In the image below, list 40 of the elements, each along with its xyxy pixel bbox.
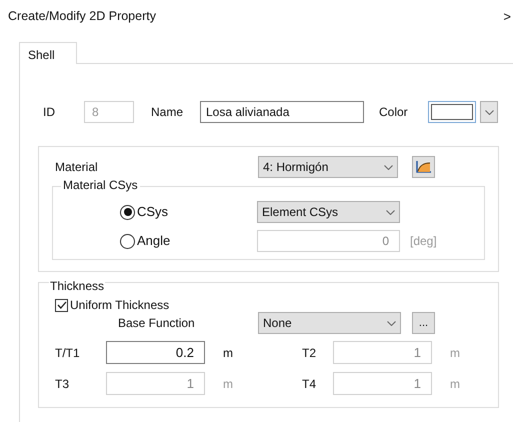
chart-curve-icon (415, 160, 432, 174)
chevron-down-icon (484, 110, 494, 114)
chevron-down-icon (387, 320, 396, 326)
thickness-field[interactable]: 0.2 (106, 341, 205, 364)
material-dropdown[interactable]: 4: Hormigón (258, 156, 398, 178)
name-label: Name (151, 104, 184, 121)
radio-label: Angle (137, 232, 172, 250)
color-dropdown-button[interactable] (480, 101, 498, 123)
checkmark-icon (56, 301, 66, 309)
thickness-label: T4 (302, 376, 318, 392)
color-label: Color (379, 104, 409, 121)
thickness-label: T2 (302, 344, 318, 362)
unit-label: m (222, 344, 234, 362)
thickness-label: T3 (55, 376, 70, 392)
chevron-down-icon (386, 210, 395, 214)
unit-label: [deg] (410, 233, 437, 250)
group-title: Thickness (49, 279, 106, 293)
window-title: Create/Modify 2D Property (8, 8, 156, 26)
material-edit-button[interactable] (412, 156, 435, 178)
tab[interactable]: Shell (19, 42, 77, 64)
group-title: Material CSys (61, 178, 140, 192)
name-field[interactable]: Losa alivianada (200, 101, 364, 123)
unit-label: m (449, 344, 461, 362)
color-swatch[interactable] (428, 101, 476, 123)
radio-label: CSys (137, 203, 170, 222)
unit-label: m (222, 376, 234, 392)
radio-button[interactable] (120, 204, 135, 220)
base-function-label: Base Function (118, 315, 196, 332)
chevron-down-icon (384, 164, 393, 170)
uniform-thickness-label: Uniform Thickness (70, 297, 170, 314)
checkbox[interactable] (55, 298, 68, 312)
thickness-label: T/T1 (55, 344, 81, 362)
more-button[interactable]: ... (412, 312, 435, 334)
csys-dropdown[interactable]: Element CSys (257, 201, 400, 223)
id-label: ID (43, 104, 56, 121)
base-function-dropdown[interactable]: None (258, 312, 401, 334)
unit-label: m (449, 376, 461, 392)
material-label: Material (54, 159, 99, 176)
close-button[interactable]: > (503, 6, 511, 26)
radio-button[interactable] (120, 234, 135, 248)
